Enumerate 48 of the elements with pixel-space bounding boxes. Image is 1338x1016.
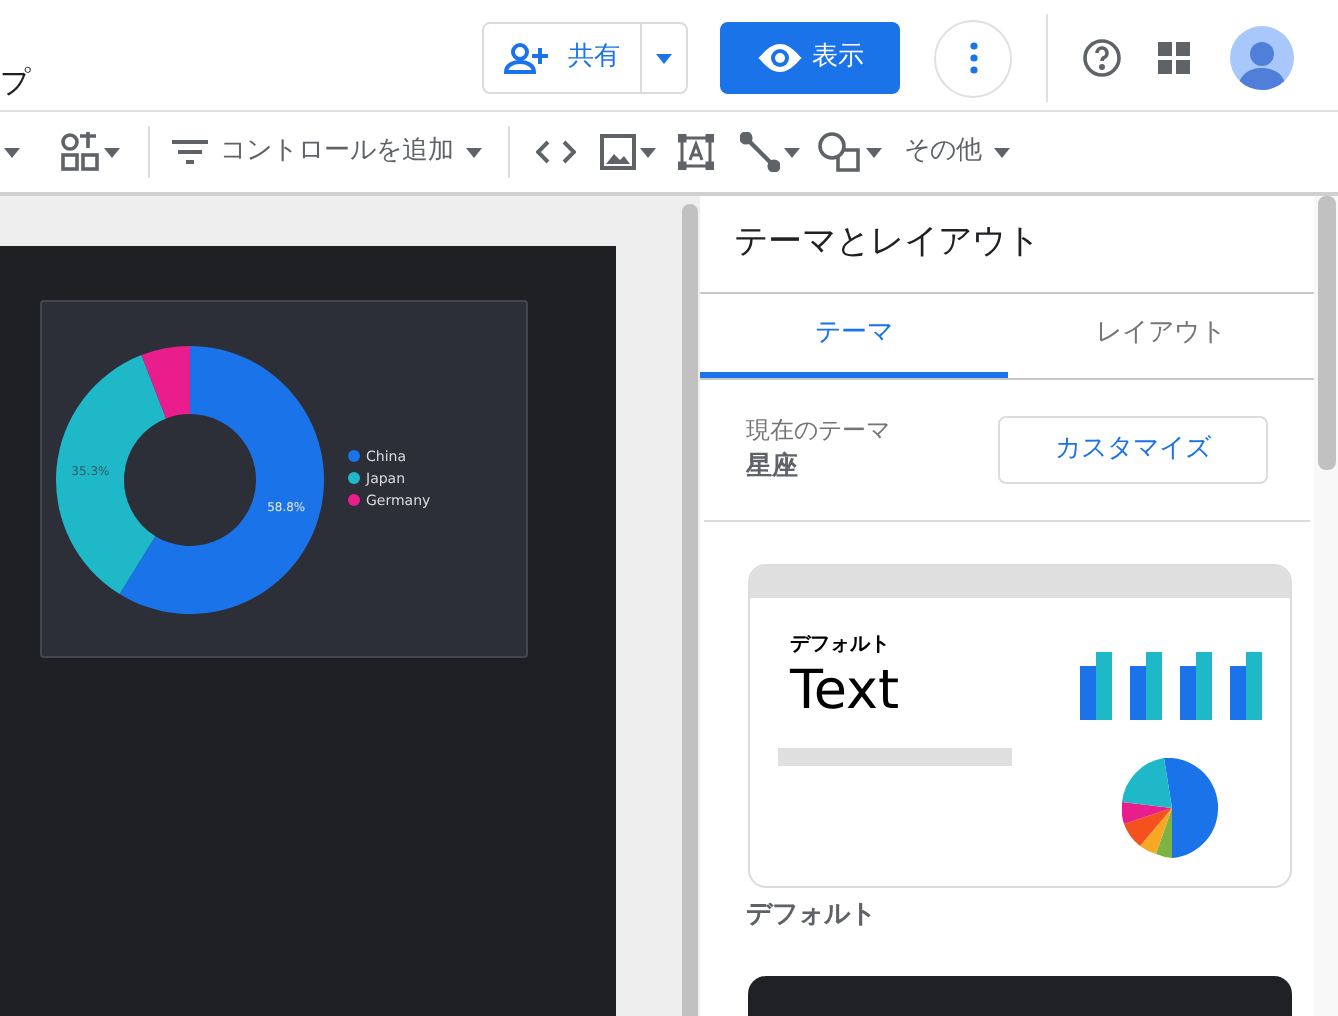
help-button[interactable] <box>1080 36 1124 80</box>
caret-icon <box>866 147 882 157</box>
text-box-icon <box>678 134 714 170</box>
caret-icon <box>784 147 800 157</box>
caret-icon <box>4 147 20 157</box>
apps-button[interactable] <box>1158 40 1194 76</box>
add-component-button[interactable] <box>60 132 120 172</box>
scrollbar-thumb[interactable] <box>682 204 698 1016</box>
current-theme-name: 星座 <box>746 449 800 487</box>
avatar[interactable] <box>1230 26 1294 90</box>
add-person-icon <box>504 42 548 74</box>
caret-icon <box>640 147 656 157</box>
theme-preview-card[interactable]: デフォルト Text <box>748 564 1292 888</box>
caret-icon <box>656 53 672 63</box>
help-icon <box>1082 38 1122 78</box>
pie-chart-drawing <box>1122 758 1222 858</box>
grid-icon <box>1158 42 1190 74</box>
text-box-button[interactable] <box>678 134 714 170</box>
eye-icon <box>756 42 804 74</box>
filter-icon <box>172 140 208 164</box>
panel-title: テーマとレイアウト <box>734 220 1040 267</box>
more-menu-button[interactable]: その他 <box>904 132 1010 172</box>
preview-sample-text: Text <box>790 660 902 724</box>
image-button[interactable] <box>600 134 656 170</box>
shape-button[interactable] <box>818 132 882 172</box>
current-theme-label: 現在のテーマ <box>746 414 890 449</box>
panel-tab[interactable]: テーマ <box>700 294 1007 379</box>
customize-button[interactable]: カスタマイズ <box>998 416 1268 485</box>
caret-icon <box>466 147 482 157</box>
theme-caption: デフォルト <box>746 898 876 934</box>
shapes-icon <box>818 132 862 172</box>
panel-tab[interactable]: レイアウト <box>1007 294 1314 379</box>
report-title: プ <box>0 64 30 100</box>
person-silhouette-icon <box>1238 38 1286 90</box>
scrollbar-thumb[interactable] <box>1317 196 1335 470</box>
preview-heading: デフォルト <box>790 632 892 660</box>
caret-icon <box>104 147 120 157</box>
view-button[interactable]: 表示 <box>720 22 900 94</box>
line-icon <box>740 132 780 172</box>
embed-code-button[interactable] <box>536 140 576 164</box>
image-icon <box>600 134 636 170</box>
shapes-icon <box>60 132 100 172</box>
share-button[interactable]: 共有 <box>484 24 642 92</box>
more-vert-icon <box>969 42 977 74</box>
code-icon <box>536 140 576 164</box>
add-control-button[interactable]: コントロールを追加 <box>172 132 482 172</box>
line-button[interactable] <box>740 132 800 172</box>
caret-icon <box>994 147 1010 157</box>
